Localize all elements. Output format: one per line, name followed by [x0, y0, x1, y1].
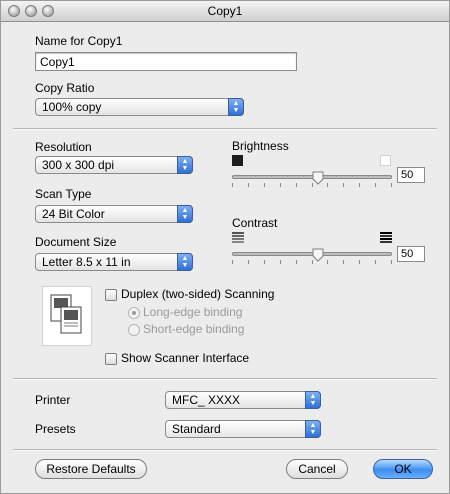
copy-dialog-window: Copy1 Name for Copy1 Copy1 Copy Ratio 10…	[0, 0, 450, 494]
cancel-button[interactable]: Cancel	[286, 459, 348, 479]
scanner-interface-label: Show Scanner Interface	[121, 351, 250, 365]
slider-tick	[264, 183, 265, 187]
high-contrast-icon	[380, 232, 392, 243]
document-size-value: Letter 8.5 x 11 in	[42, 255, 131, 269]
slider-tick	[264, 260, 265, 264]
popup-arrows-icon: ▲ ▼	[305, 420, 321, 438]
slider-tick	[280, 183, 281, 187]
name-label: Name for Copy1	[35, 34, 123, 48]
contrast-label: Contrast	[232, 216, 278, 230]
presets-label: Presets	[35, 422, 76, 436]
popup-arrows-icon: ▲ ▼	[228, 98, 244, 116]
slider-tick	[248, 183, 249, 187]
scanner-interface-checkbox[interactable]	[105, 353, 117, 365]
popup-arrows-icon: ▲ ▼	[177, 205, 193, 223]
slider-tick	[296, 183, 297, 187]
scan-type-value: 24 Bit Color	[42, 207, 105, 221]
window-title: Copy1	[207, 4, 243, 18]
short-edge-radio[interactable]	[128, 324, 140, 336]
slider-tick	[296, 260, 297, 264]
printer-popup[interactable]: MFC_ XXXX ▲ ▼	[165, 391, 321, 409]
slider-tick	[343, 260, 344, 264]
contrast-slider-thumb[interactable]	[312, 248, 324, 262]
copy-ratio-label: Copy Ratio	[35, 81, 95, 95]
slider-tick	[375, 260, 376, 264]
printer-label: Printer	[35, 393, 71, 407]
slider-tick	[359, 183, 360, 187]
scan-type-label: Scan Type	[35, 187, 92, 201]
short-edge-label: Short-edge binding	[143, 322, 245, 336]
presets-popup[interactable]: Standard ▲ ▼	[165, 420, 321, 438]
document-size-popup[interactable]: Letter 8.5 x 11 in ▲ ▼	[35, 253, 193, 271]
slider-tick	[391, 183, 392, 187]
brightness-label: Brightness	[232, 139, 289, 153]
duplex-label: Duplex (two-sided) Scanning	[121, 287, 275, 301]
dark-swatch-icon	[232, 155, 243, 166]
slider-tick	[375, 183, 376, 187]
brightness-slider-thumb[interactable]	[312, 171, 324, 185]
slider-tick	[248, 260, 249, 264]
slider-tick	[280, 260, 281, 264]
slider-tick	[343, 183, 344, 187]
separator	[13, 449, 437, 451]
slider-tick	[232, 260, 233, 264]
name-field[interactable]: Copy1	[35, 52, 297, 71]
slider-tick	[391, 260, 392, 264]
low-contrast-icon	[232, 232, 244, 243]
copy-ratio-value: 100% copy	[42, 100, 102, 114]
popup-arrows-icon: ▲ ▼	[305, 391, 321, 409]
duplex-checkbox[interactable]	[105, 289, 117, 301]
long-edge-label: Long-edge binding	[143, 305, 243, 319]
scan-type-popup[interactable]: 24 Bit Color ▲ ▼	[35, 205, 193, 223]
resolution-value: 300 x 300 dpi	[42, 158, 115, 172]
brightness-value-field[interactable]: 50	[397, 167, 425, 183]
title-bar: Copy1	[1, 1, 449, 22]
long-edge-radio[interactable]	[128, 307, 140, 319]
slider-tick	[359, 260, 360, 264]
slider-tick	[327, 260, 328, 264]
contrast-value-field[interactable]: 50	[397, 246, 425, 262]
printer-value: MFC_ XXXX	[172, 393, 241, 407]
light-swatch-icon	[380, 155, 391, 166]
presets-value: Standard	[172, 422, 221, 436]
document-size-label: Document Size	[35, 235, 117, 249]
popup-arrows-icon: ▲ ▼	[177, 253, 193, 271]
duplex-document-icon	[42, 286, 92, 346]
ok-button[interactable]: OK	[373, 459, 433, 479]
popup-arrows-icon: ▲ ▼	[177, 156, 193, 174]
resolution-popup[interactable]: 300 x 300 dpi ▲ ▼	[35, 156, 193, 174]
resolution-label: Resolution	[35, 140, 92, 154]
separator	[13, 378, 437, 380]
restore-defaults-button[interactable]: Restore Defaults	[35, 459, 147, 479]
slider-tick	[327, 183, 328, 187]
copy-ratio-popup[interactable]: 100% copy ▲ ▼	[35, 98, 244, 116]
separator	[13, 128, 437, 130]
slider-tick	[232, 183, 233, 187]
